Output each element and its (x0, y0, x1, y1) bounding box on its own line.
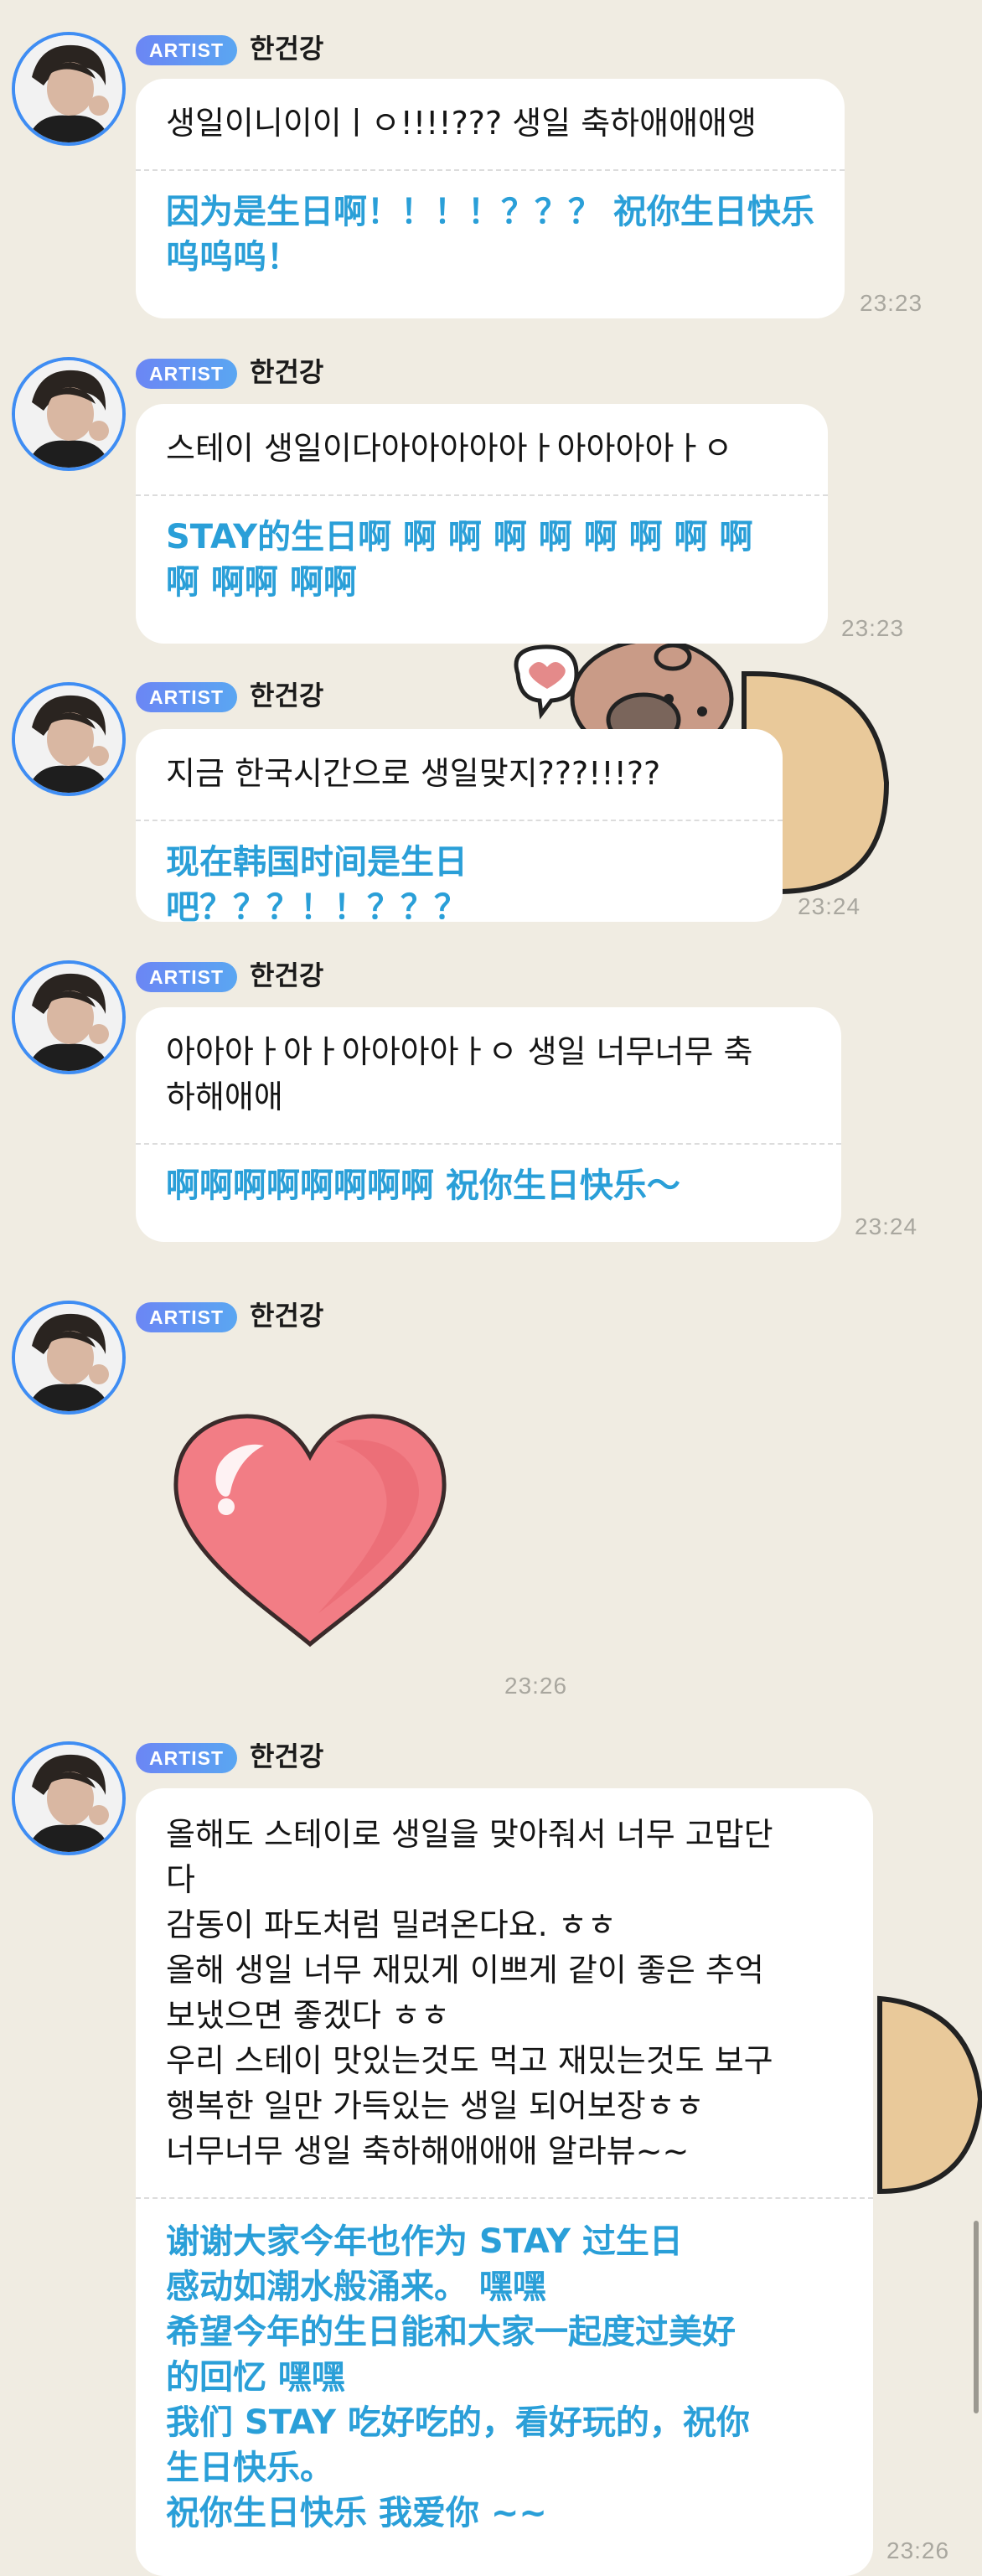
sender-name[interactable]: 한건강 (250, 32, 323, 65)
artist-badge: ARTIST (136, 359, 238, 389)
message-text: 아아아ㅏ아ㅏ아아아아ㅏㅇ 생일 너무너무 축 하해애애 (166, 1033, 753, 1115)
translation-text: 谢谢大家今年也作为 STAY 过生日 感动如潮水般涌来。 嘿嘿 希望今年的生日能… (166, 2222, 750, 2532)
translation-text: STAY的生日啊 啊 啊 啊 啊 啊 啊 啊 啊 啊 啊啊 啊啊 (166, 518, 753, 602)
translation-text: 因为是生日啊！！！！？？？ 祝你生日快乐 呜呜呜！ (166, 193, 814, 277)
sender-name[interactable]: 한건강 (250, 1299, 323, 1332)
message-bubble[interactable]: 지금 한국시간으로 생일맞지???!!!?? 现在韩国时间是生日吧？？？！！？？… (136, 729, 783, 922)
message-bubble[interactable]: 올해도 스테이로 생일을 맞아줘서 너무 고맙단 다 감동이 파도처럼 밀려온다… (136, 1788, 873, 2576)
avatar[interactable] (12, 682, 126, 796)
sender-name[interactable]: 한건강 (250, 355, 323, 389)
timestamp: 23:26 (886, 2537, 950, 2563)
timestamp: 23:26 (504, 1673, 568, 1699)
timestamp: 23:23 (860, 290, 923, 316)
avatar-photo-icon (15, 1304, 122, 1411)
message-text: 지금 한국시간으로 생일맞지???!!!?? (166, 755, 661, 792)
avatar[interactable] (12, 1741, 126, 1855)
timestamp: 23:24 (798, 893, 861, 919)
avatar-photo-icon (15, 964, 122, 1071)
heart-sticker[interactable] (168, 1408, 452, 1659)
sender-name[interactable]: 한건강 (250, 679, 323, 712)
avatar[interactable] (12, 960, 126, 1074)
message-bubble[interactable]: 아아아ㅏ아ㅏ아아아아ㅏㅇ 생일 너무너무 축 하해애애 啊啊啊啊啊啊啊啊 祝你生… (136, 1007, 841, 1242)
message-text: 생일이니이이ㅣㅇ!!!!??? 생일 축하애애애앵 (166, 105, 757, 142)
artist-badge: ARTIST (136, 962, 238, 992)
avatar-photo-icon (15, 360, 122, 468)
message-text: 스테이 생일이다아아아아아ㅏ아아아아ㅏㅇ (166, 430, 733, 467)
avatar[interactable] (12, 1301, 126, 1415)
timestamp: 23:23 (841, 615, 905, 641)
artist-badge: ARTIST (136, 1302, 238, 1332)
scrollbar[interactable] (974, 2221, 979, 2413)
artist-badge: ARTIST (136, 1743, 238, 1773)
avatar[interactable] (12, 357, 126, 471)
avatar-photo-icon (15, 685, 122, 793)
avatar-photo-icon (15, 35, 122, 142)
message-bubble[interactable]: 스테이 생일이다아아아아아ㅏ아아아아ㅏㅇ STAY的生日啊 啊 啊 啊 啊 啊 … (136, 404, 828, 644)
avatar-photo-icon (15, 1745, 122, 1852)
message-text: 올해도 스테이로 생일을 맞아줘서 너무 고맙단 다 감동이 파도처럼 밀려온다… (166, 1816, 773, 2170)
timestamp: 23:24 (855, 1213, 918, 1239)
translation-text: 现在韩国时间是生日吧？？？！！？？？ (166, 843, 468, 922)
artist-badge: ARTIST (136, 35, 238, 65)
sender-name[interactable]: 한건강 (250, 959, 323, 992)
sender-name[interactable]: 한건강 (250, 1740, 323, 1773)
artist-badge: ARTIST (136, 682, 238, 712)
translation-text: 啊啊啊啊啊啊啊啊 祝你生日快乐～ (166, 1166, 680, 1205)
message-bubble[interactable]: 생일이니이이ㅣㅇ!!!!??? 생일 축하애애애앵 因为是生日啊！！！！？？？ … (136, 79, 845, 318)
avatar[interactable] (12, 32, 126, 146)
